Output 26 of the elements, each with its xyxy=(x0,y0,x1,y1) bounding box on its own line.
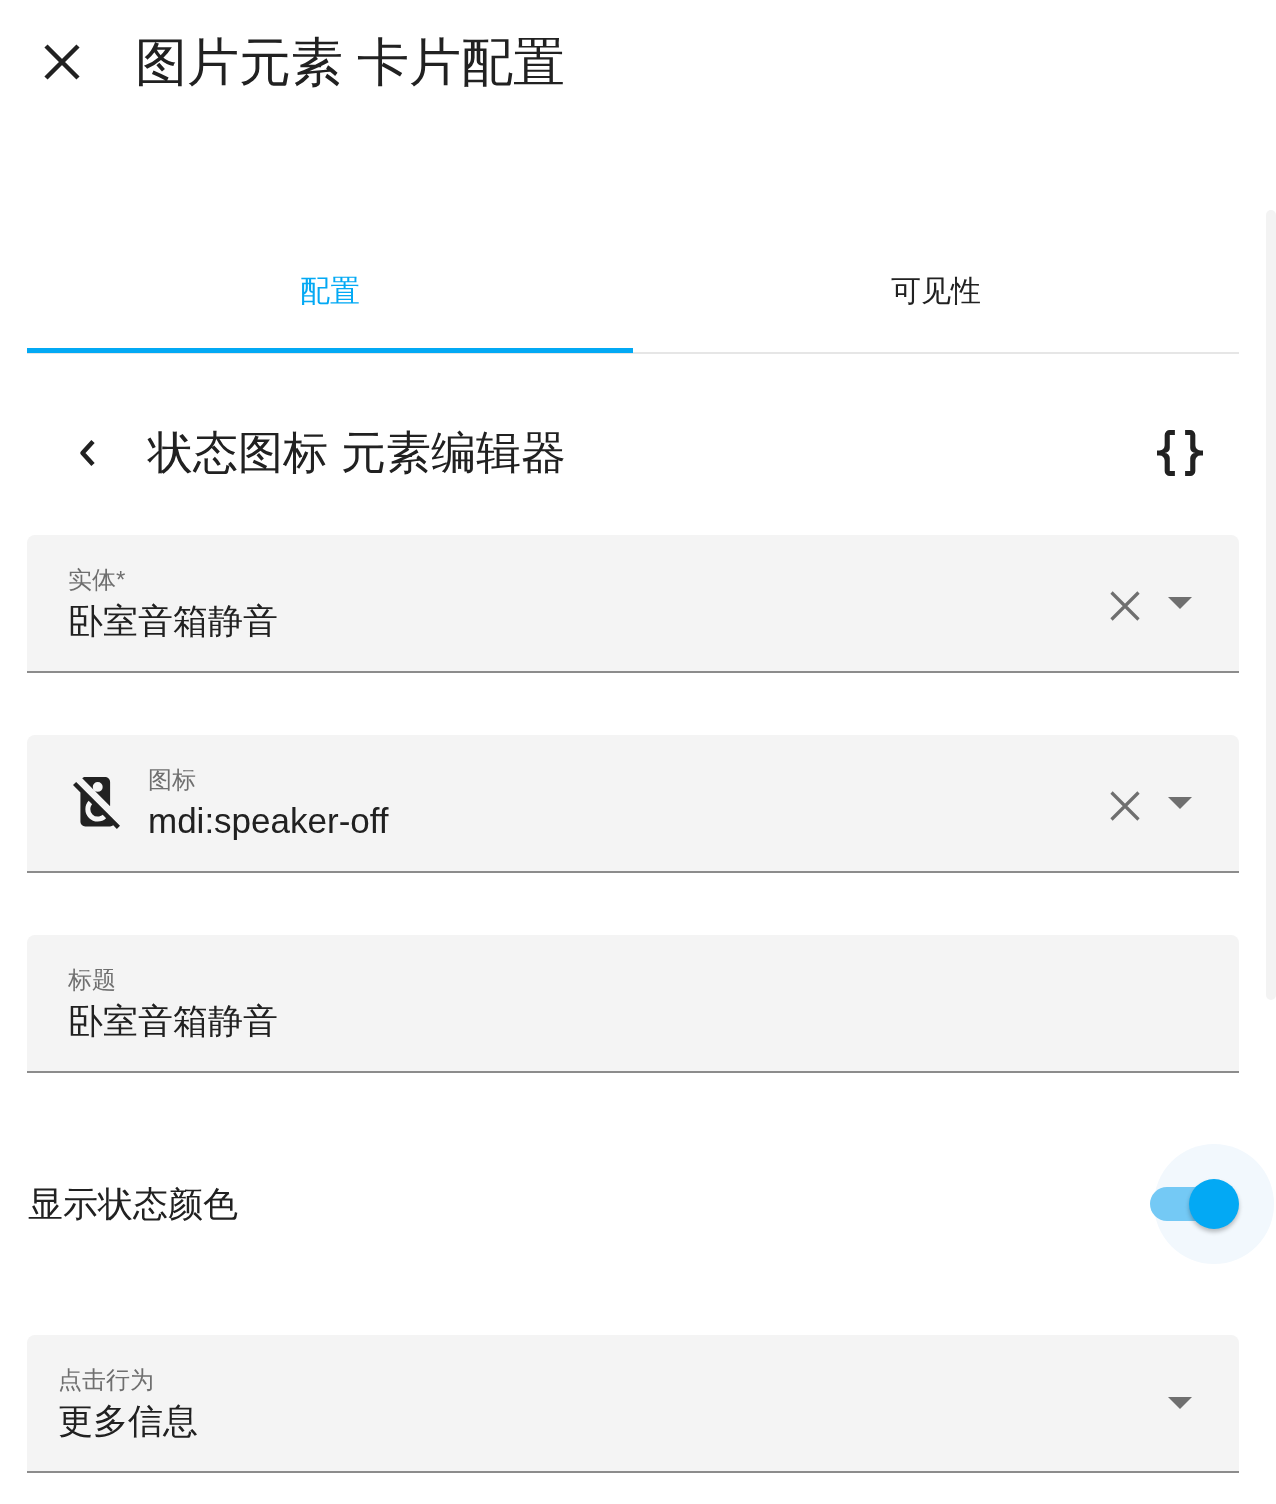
editor-title: 状态图标 元素编辑器 xyxy=(148,426,566,480)
field-label: 标题 xyxy=(68,965,116,994)
close-icon[interactable] xyxy=(44,44,80,80)
field-value: mdi:speaker-off xyxy=(148,800,389,841)
toggle-switch[interactable] xyxy=(1150,1144,1274,1264)
caret-down-icon[interactable] xyxy=(1168,1397,1192,1409)
field-label: 图标 xyxy=(148,765,196,794)
dialog-title: 图片元素 卡片配置 xyxy=(135,32,566,93)
combobox-field[interactable]: 实体* 卧室音箱静音 xyxy=(27,535,1239,673)
clear-icon[interactable] xyxy=(1110,591,1140,621)
select-field[interactable]: 点击行为 更多信息 xyxy=(27,1335,1239,1473)
icon-field[interactable]: 图标 mdi:speaker-off xyxy=(27,735,1239,873)
field-label: 点击行为 xyxy=(58,1365,154,1394)
clear-icon[interactable] xyxy=(1110,791,1140,821)
chevron-left-icon[interactable] xyxy=(78,439,96,467)
field-value: 卧室音箱静音 xyxy=(68,600,278,641)
field-value: 卧室音箱静音 xyxy=(68,1000,278,1041)
switch-label: 显示状态颜色 xyxy=(27,1184,238,1224)
caret-down-icon[interactable] xyxy=(1168,797,1192,809)
tab[interactable]: 可见性 xyxy=(633,250,1239,352)
field-label: 实体* xyxy=(68,565,126,594)
field-value: 更多信息 xyxy=(58,1400,198,1441)
caret-down-icon[interactable] xyxy=(1168,597,1192,609)
code-braces-icon[interactable] xyxy=(1157,430,1203,476)
speaker-off-icon xyxy=(73,777,120,829)
text-field[interactable]: 标题 卧室音箱静音 xyxy=(27,935,1239,1073)
